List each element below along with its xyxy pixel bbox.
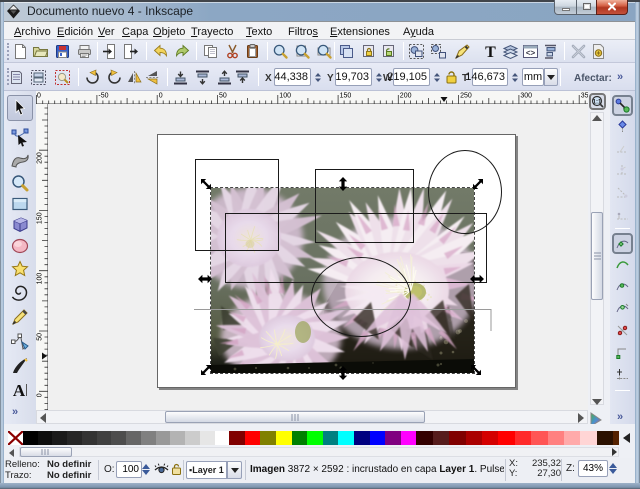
svg-text:50: 50 [219,93,227,100]
svg-text:A: A [13,381,26,400]
svg-text:0: 0 [37,393,44,397]
svg-text:300: 300 [520,93,532,100]
svg-text:200: 200 [400,93,412,100]
svg-text:0: 0 [159,93,163,100]
svg-text:100: 100 [279,93,291,100]
svg-text:350: 350 [581,93,588,100]
svg-text:<>: <> [526,49,536,58]
svg-text:-50: -50 [98,93,108,100]
svg-text:200: 200 [37,152,44,164]
svg-text:150: 150 [340,93,352,100]
svg-text:50: 50 [37,333,44,341]
svg-text:250: 250 [460,93,472,100]
svg-text:150: 150 [37,212,44,224]
svg-text:T: T [485,44,496,60]
svg-text:100: 100 [37,273,44,285]
svg-text:1:1: 1:1 [593,99,602,105]
svg-text:0: 0 [37,93,41,100]
